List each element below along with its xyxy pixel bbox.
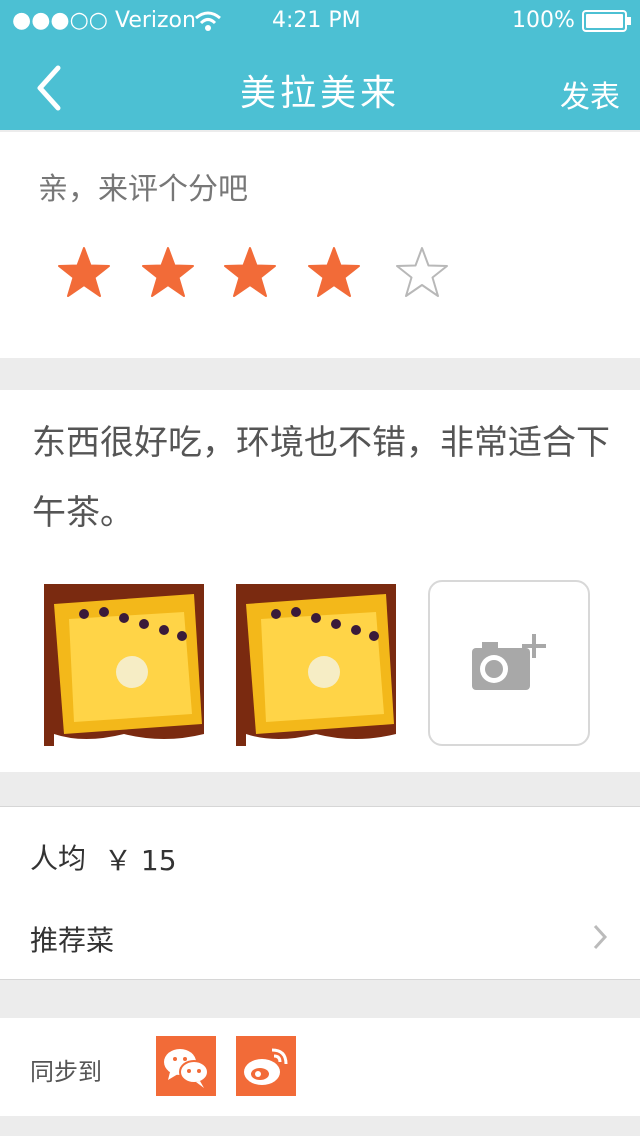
camera-plus-icon [472,634,546,690]
review-text[interactable]: 东西很好吃，环境也不错，非常适合下午茶。 [32,408,622,548]
star-empty-icon[interactable] [394,246,450,302]
cake-photo-icon [44,584,204,746]
average-price-label: 人均 [30,842,87,875]
add-photo-button[interactable] [428,580,590,746]
carrier-label: ●●●○○ Verizon [12,8,196,33]
rating-prompt: 亲，来评个分吧 [38,172,248,207]
wifi-icon [195,11,221,31]
wechat-icon [164,1049,209,1088]
status-time: 4:21 PM [272,8,361,33]
star-filled-icon[interactable] [56,246,112,302]
average-price-row[interactable]: 人均 ￥ 15 [0,806,640,894]
recommended-dishes-row[interactable]: 推荐菜 [0,893,640,980]
recommended-dishes-label: 推荐菜 [30,924,115,957]
sync-label: 同步到 [30,1058,102,1086]
weibo-icon [244,1048,288,1085]
photo-thumbnail-1[interactable] [44,584,204,746]
star-filled-icon[interactable] [222,246,278,302]
star-filled-icon[interactable] [140,246,196,302]
chevron-left-icon [37,65,61,111]
share-weibo-button[interactable] [236,1036,296,1096]
star-filled-icon[interactable] [306,246,362,302]
back-button[interactable] [28,62,76,114]
battery-percent: 100% [512,8,575,33]
battery-icon [582,10,631,32]
chevron-right-icon [593,924,608,950]
publish-button[interactable]: 发表 [540,72,620,115]
photo-thumbnail-2[interactable] [236,584,396,746]
cake-photo-icon [236,584,396,746]
average-price-value[interactable]: ￥ 15 [104,839,177,879]
page-title: 美拉美来 [239,73,400,114]
share-wechat-button[interactable] [156,1036,216,1096]
